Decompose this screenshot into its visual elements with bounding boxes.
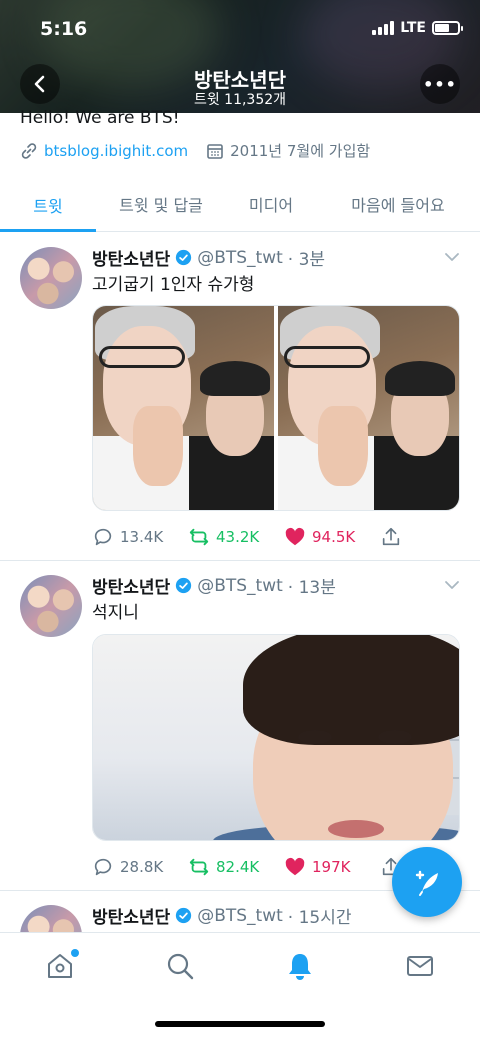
tweet-count: 트윗 11,352개 — [193, 92, 287, 108]
profile-joined: 2011년 7월에 가입함 — [206, 140, 370, 161]
tweet-header: 방탄소년단 @BTS_twt · 15시간 — [92, 903, 352, 929]
nav-notifications[interactable] — [285, 951, 315, 981]
tweet-author-handle: @BTS_twt — [197, 905, 283, 926]
caret-down-icon[interactable] — [444, 249, 460, 265]
tweet-author-name[interactable]: 방탄소년단 — [92, 903, 170, 928]
home-icon — [48, 954, 72, 978]
verified-icon — [176, 249, 192, 266]
status-indicators: LTE — [372, 20, 463, 36]
tweet-time: · 13분 — [287, 578, 336, 598]
home-indicator — [155, 1021, 325, 1027]
heart-icon — [285, 857, 305, 876]
tweet-photo[interactable] — [93, 635, 459, 840]
status-time: 5:16 — [40, 18, 88, 40]
tab-likes[interactable]: 마음에 들어요 — [316, 180, 480, 228]
tweet-text: 고기굽기 1인자 슈가형 — [92, 275, 255, 295]
avatar[interactable] — [20, 575, 82, 637]
compose-button[interactable] — [392, 847, 462, 917]
reply-count: 13.4K — [120, 528, 164, 546]
heart-icon — [285, 527, 305, 546]
joined-date: 2011년 7월에 가입함 — [230, 142, 371, 160]
reply-button[interactable]: 13.4K — [92, 526, 188, 548]
caret-down-icon[interactable] — [444, 577, 460, 593]
retweet-count: 43.2K — [216, 528, 260, 546]
tab-media[interactable]: 미디어 — [226, 180, 316, 228]
reply-button[interactable]: 28.8K — [92, 856, 188, 878]
tweet-header: 방탄소년단 @BTS_twt · 13분 — [92, 573, 336, 599]
calendar-icon — [207, 143, 223, 159]
tweet-author-name[interactable]: 방탄소년단 — [92, 573, 170, 598]
notifications-icon — [289, 954, 311, 980]
website-link[interactable]: btsblog.ibighit.com — [44, 142, 188, 160]
tweet-author-handle: @BTS_twt — [197, 247, 283, 268]
profile-tabs: 트윗 트윗 및 답글 미디어 마음에 들어요 — [0, 180, 480, 232]
tweet-text: 석지니 — [92, 603, 139, 623]
battery-icon — [432, 21, 463, 35]
tweet-time: · 3분 — [287, 250, 326, 270]
share-icon — [382, 527, 400, 546]
retweet-button[interactable]: 82.4K — [188, 856, 284, 878]
nav-home[interactable] — [45, 949, 79, 981]
reply-icon — [94, 858, 112, 876]
like-button[interactable]: 94.5K — [284, 526, 380, 548]
home-notification-dot — [71, 949, 79, 957]
retweet-icon — [189, 528, 209, 546]
tweet-media[interactable] — [92, 305, 460, 511]
like-button[interactable]: 197K — [284, 856, 380, 878]
profile-bio: Hello! We are BTS! — [20, 108, 180, 128]
tweet[interactable]: 방탄소년단 @BTS_twt · 13분 석지니 28.8K 82.4K 197… — [0, 561, 480, 891]
signal-icon — [372, 21, 395, 35]
network-label: LTE — [400, 20, 426, 36]
verified-icon — [176, 577, 192, 594]
compose-icon — [415, 870, 438, 896]
tweet-photo[interactable] — [278, 306, 459, 510]
more-button[interactable]: ••• — [420, 64, 460, 104]
tab-tweets-replies[interactable]: 트윗 및 답글 — [96, 180, 226, 228]
tweet-actions: 13.4K 43.2K 94.5K — [92, 526, 476, 548]
like-count: 197K — [312, 858, 351, 876]
messages-icon — [407, 956, 433, 976]
tweet-time: · 15시간 — [287, 908, 352, 928]
tweet-author-handle: @BTS_twt — [197, 575, 283, 596]
reply-icon — [94, 528, 112, 546]
tweet-author-name[interactable]: 방탄소년단 — [92, 245, 170, 270]
share-button[interactable] — [380, 526, 476, 548]
tweet-media[interactable] — [92, 634, 460, 841]
profile-meta: btsblog.ibighit.com 2011년 7월에 가입함 — [20, 140, 370, 161]
reply-count: 28.8K — [120, 858, 164, 876]
link-icon — [21, 142, 37, 159]
avatar[interactable] — [20, 247, 82, 309]
tab-tweets[interactable]: 트윗 — [0, 180, 96, 232]
retweet-icon — [189, 858, 209, 876]
search-icon — [167, 953, 194, 980]
nav-messages[interactable] — [405, 951, 435, 981]
tweet-header: 방탄소년단 @BTS_twt · 3분 — [92, 245, 326, 271]
more-icon: ••• — [423, 74, 457, 94]
verified-icon — [176, 907, 192, 924]
nav-search[interactable] — [165, 951, 195, 981]
tweet-photo[interactable] — [93, 306, 274, 510]
retweet-button[interactable]: 43.2K — [188, 526, 284, 548]
retweet-count: 82.4K — [216, 858, 260, 876]
like-count: 94.5K — [312, 528, 356, 546]
tweet[interactable]: 방탄소년단 @BTS_twt · 3분 고기굽기 1인자 슈가형 13.4K 4… — [0, 233, 480, 561]
profile-website[interactable]: btsblog.ibighit.com — [20, 142, 188, 160]
